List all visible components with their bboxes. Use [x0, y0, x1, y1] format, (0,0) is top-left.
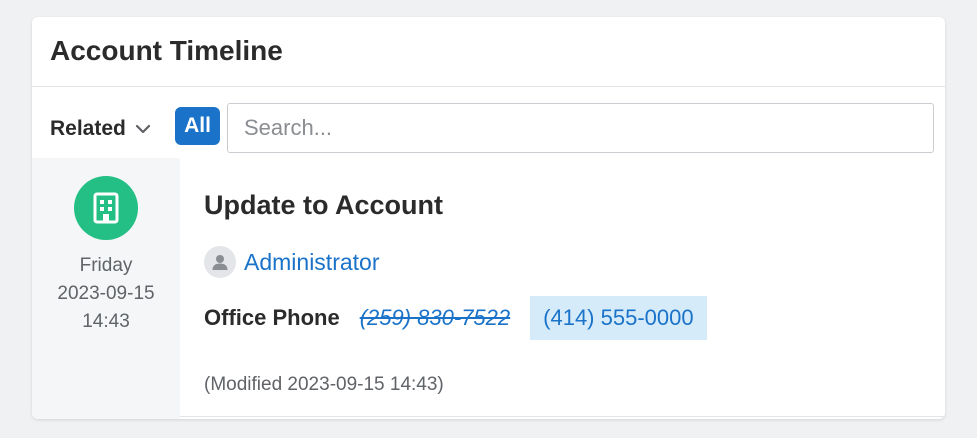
entry-date: Friday 2023-09-15 14:43: [32, 252, 180, 336]
timeline-card: Account Timeline Related All Friday 2023…: [32, 17, 945, 419]
author-link[interactable]: Administrator: [244, 249, 379, 276]
user-icon: [212, 255, 228, 270]
card-title: Account Timeline: [50, 34, 283, 66]
entry-time: 14:43: [82, 311, 130, 332]
field-label: Office Phone: [204, 305, 340, 330]
modified-timestamp: (Modified 2023-09-15 14:43): [204, 374, 444, 395]
entry-author: Administrator: [204, 246, 379, 278]
timeline-gutter: Friday 2023-09-15 14:43: [32, 158, 180, 419]
timeline-toolbar: Related All: [32, 103, 945, 157]
entry-day: Friday: [79, 255, 133, 276]
building-icon: [74, 176, 138, 240]
all-filter-button[interactable]: All: [175, 107, 220, 145]
chevron-down-icon: [135, 124, 150, 134]
divider: [180, 416, 945, 417]
entry-title: Update to Account: [204, 190, 443, 220]
related-dropdown[interactable]: Related: [50, 117, 152, 141]
card-header: Account Timeline: [32, 17, 945, 87]
new-phone-value[interactable]: (414) 555-0000: [530, 296, 707, 340]
related-label: Related: [50, 117, 126, 140]
avatar: [204, 246, 236, 278]
search-input[interactable]: [227, 103, 934, 153]
old-phone-value[interactable]: (259) 830-7522: [360, 305, 510, 331]
timeline-entry: Update to Account Administrator Office P…: [180, 158, 945, 419]
entry-date-value: 2023-09-15: [57, 283, 155, 304]
field-change: Office Phone (259) 830-7522 (414) 555-00…: [204, 296, 707, 340]
